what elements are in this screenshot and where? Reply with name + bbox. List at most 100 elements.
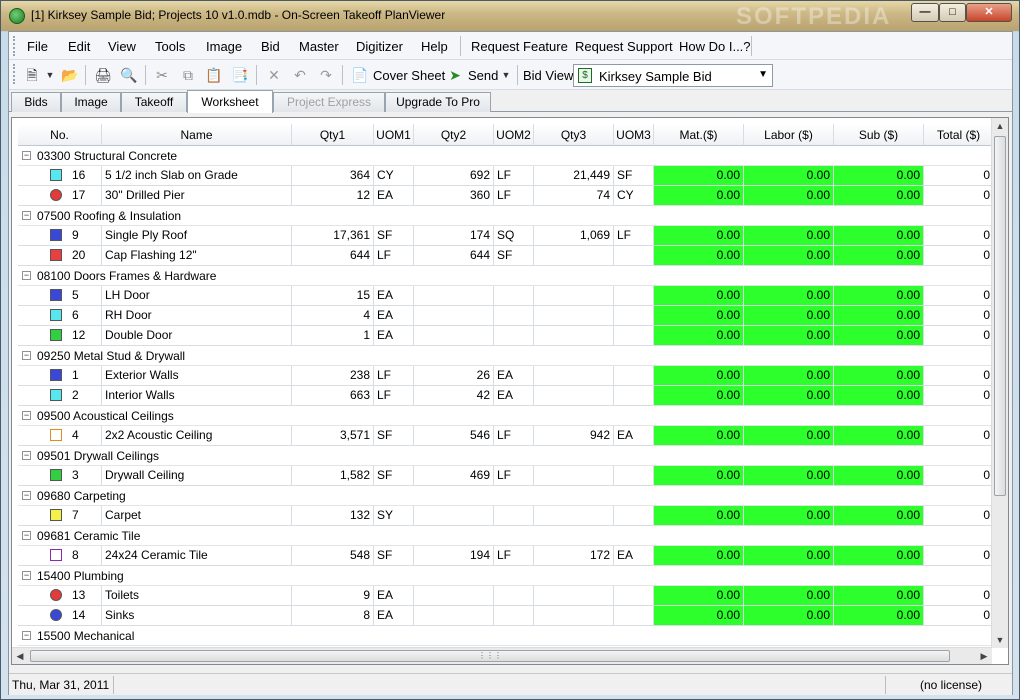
menu-how-do-i[interactable]: How Do I...? (679, 39, 751, 54)
cell-name[interactable]: LH Door (102, 286, 292, 306)
cell-uom1[interactable]: LF (374, 366, 414, 386)
cell-no[interactable]: 9 (18, 226, 102, 246)
group-row[interactable]: −15400 Plumbing (18, 566, 994, 586)
cell-qty1[interactable]: 1 (292, 326, 374, 346)
cell-qty1[interactable]: 17,361 (292, 226, 374, 246)
cell-labor[interactable]: 0.00 (744, 366, 834, 386)
cell-mat[interactable]: 0.00 (654, 606, 744, 626)
cell-uom2[interactable] (494, 306, 534, 326)
paste-special-icon[interactable]: 📑 (231, 66, 249, 84)
column-header[interactable]: Qty2 (414, 124, 494, 146)
column-header[interactable]: Labor ($) (744, 124, 834, 146)
cell-labor[interactable]: 0.00 (744, 426, 834, 446)
cell-mat[interactable]: 0.00 (654, 166, 744, 186)
cell-qty1[interactable]: 548 (292, 546, 374, 566)
cell-uom3[interactable]: LF (614, 226, 654, 246)
cell-mat[interactable]: 0.00 (654, 186, 744, 206)
cell-uom1[interactable]: SF (374, 226, 414, 246)
cell-no[interactable]: 16 (18, 166, 102, 186)
menu-grip[interactable] (13, 36, 16, 56)
column-header[interactable]: UOM3 (614, 124, 654, 146)
vertical-scrollbar[interactable]: ▲ ▼ (991, 118, 1008, 648)
cell-sub[interactable]: 0.00 (834, 166, 924, 186)
cell-labor[interactable]: 0.00 (744, 166, 834, 186)
cell-total[interactable]: 0 (924, 546, 994, 566)
cell-labor[interactable]: 0.00 (744, 286, 834, 306)
column-header[interactable]: No. (18, 124, 102, 146)
cell-qty1[interactable]: 238 (292, 366, 374, 386)
cell-sub[interactable]: 0.00 (834, 386, 924, 406)
cell-uom1[interactable]: LF (374, 386, 414, 406)
group-row[interactable]: −15500 Mechanical (18, 626, 994, 646)
cell-no[interactable]: 7 (18, 506, 102, 526)
menu-request-feature[interactable]: Request Feature (471, 39, 568, 54)
cell-uom3[interactable]: CY (614, 186, 654, 206)
scroll-up-icon[interactable]: ▲ (992, 118, 1008, 134)
cell-qty1[interactable]: 364 (292, 166, 374, 186)
cell-qty2[interactable]: 360 (414, 186, 494, 206)
cell-total[interactable]: 0 (924, 226, 994, 246)
cell-uom1[interactable]: EA (374, 306, 414, 326)
cell-sub[interactable]: 0.00 (834, 226, 924, 246)
cell-name[interactable]: Interior Walls (102, 386, 292, 406)
cell-uom3[interactable] (614, 366, 654, 386)
cell-qty2[interactable] (414, 506, 494, 526)
cell-qty3[interactable]: 942 (534, 426, 614, 446)
cell-uom3[interactable] (614, 386, 654, 406)
cell-qty3[interactable] (534, 386, 614, 406)
cell-name[interactable]: 2x2 Acoustic Ceiling (102, 426, 292, 446)
cell-uom3[interactable] (614, 506, 654, 526)
table-row[interactable]: 7 Carpet 132 SY 0.00 0.00 0.00 0 (18, 506, 994, 526)
cell-uom3[interactable]: EA (614, 546, 654, 566)
cell-sub[interactable]: 0.00 (834, 286, 924, 306)
cell-total[interactable]: 0 (924, 306, 994, 326)
cell-qty1[interactable]: 4 (292, 306, 374, 326)
cell-qty3[interactable]: 74 (534, 186, 614, 206)
group-row[interactable]: −09680 Carpeting (18, 486, 994, 506)
cell-labor[interactable]: 0.00 (744, 306, 834, 326)
cell-uom2[interactable]: LF (494, 166, 534, 186)
cell-total[interactable]: 0 (924, 606, 994, 626)
cell-qty2[interactable] (414, 286, 494, 306)
cell-total[interactable]: 0 (924, 586, 994, 606)
scroll-left-icon[interactable]: ◀ (12, 648, 28, 664)
cell-name[interactable]: Drywall Ceiling (102, 466, 292, 486)
cell-mat[interactable]: 0.00 (654, 306, 744, 326)
cell-name[interactable]: 30" Drilled Pier (102, 186, 292, 206)
table-row[interactable]: 16 5 1/2 inch Slab on Grade 364 CY 692 LF 21,4… (18, 166, 994, 186)
send-button[interactable]: Send (468, 68, 498, 83)
group-row[interactable]: −09681 Ceramic Tile (18, 526, 994, 546)
cut-icon[interactable]: ✂ (153, 66, 171, 84)
cell-mat[interactable]: 0.00 (654, 426, 744, 446)
cell-sub[interactable]: 0.00 (834, 246, 924, 266)
cell-labor[interactable]: 0.00 (744, 246, 834, 266)
cell-sub[interactable]: 0.00 (834, 546, 924, 566)
collapse-icon[interactable]: − (22, 271, 31, 280)
cell-uom3[interactable] (614, 606, 654, 626)
cell-qty2[interactable]: 26 (414, 366, 494, 386)
vertical-scroll-thumb[interactable] (994, 136, 1006, 496)
cell-labor[interactable]: 0.00 (744, 226, 834, 246)
cell-uom1[interactable]: LF (374, 246, 414, 266)
cell-sub[interactable]: 0.00 (834, 506, 924, 526)
cell-qty3[interactable] (534, 306, 614, 326)
cell-labor[interactable]: 0.00 (744, 606, 834, 626)
cell-uom1[interactable]: EA (374, 326, 414, 346)
cell-uom1[interactable]: EA (374, 606, 414, 626)
menu-image[interactable]: Image (206, 39, 242, 54)
send-icon[interactable]: ➤ (446, 66, 464, 84)
column-header[interactable]: UOM1 (374, 124, 414, 146)
cell-uom3[interactable] (614, 286, 654, 306)
cell-no[interactable]: 2 (18, 386, 102, 406)
cell-name[interactable]: 24x24 Ceramic Tile (102, 546, 292, 566)
print-preview-icon[interactable]: 🔍 (120, 66, 138, 84)
group-row[interactable]: −09500 Acoustical Ceilings (18, 406, 994, 426)
cell-name[interactable]: Exterior Walls (102, 366, 292, 386)
cell-total[interactable]: 0 (924, 386, 994, 406)
cell-uom3[interactable]: EA (614, 426, 654, 446)
cell-qty2[interactable] (414, 326, 494, 346)
collapse-icon[interactable]: − (22, 531, 31, 540)
app-icon[interactable] (9, 8, 25, 24)
cell-qty2[interactable] (414, 306, 494, 326)
cell-uom2[interactable]: LF (494, 546, 534, 566)
